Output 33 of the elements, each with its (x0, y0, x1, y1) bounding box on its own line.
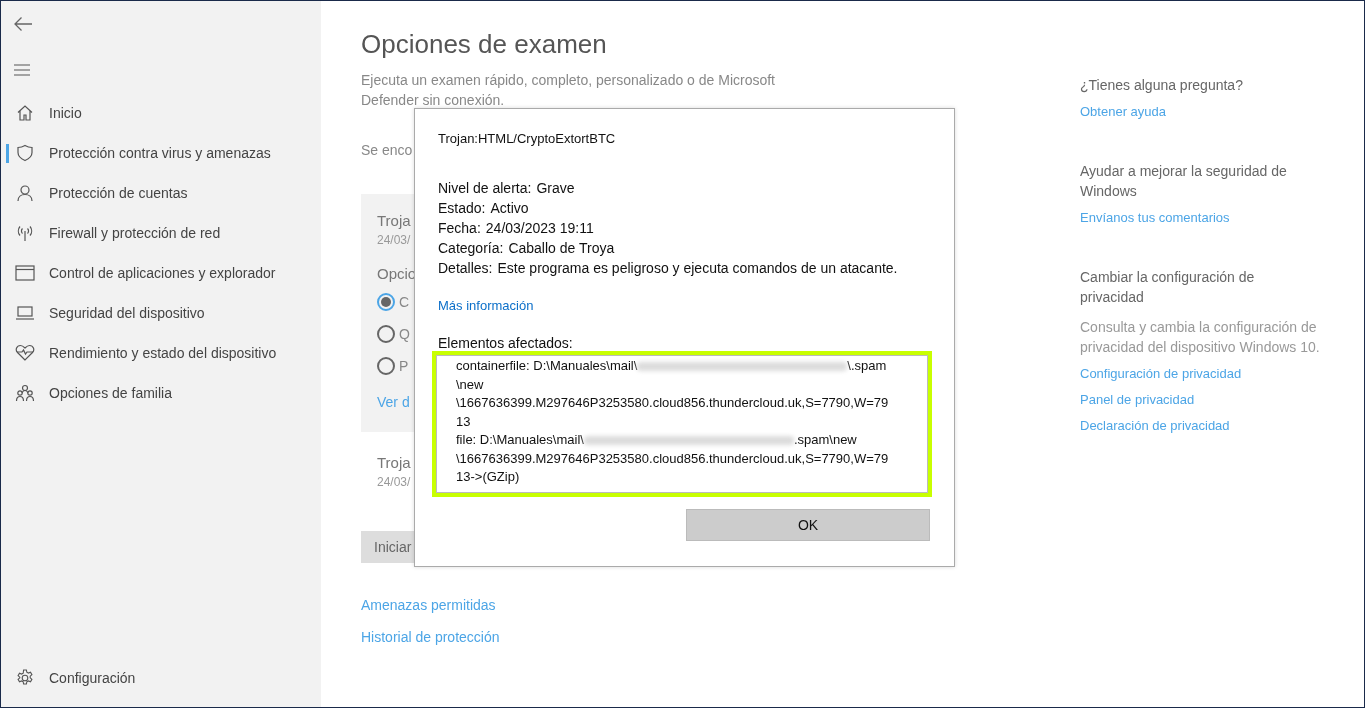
section-heading: ¿Tienes alguna pregunta? (1080, 76, 1244, 95)
section-heading: Cambiar la configuración de privacidad (1080, 268, 1256, 307)
section-text: Consulta y cambia la configuración de privacidad del dispositivo Windows 10. (1080, 318, 1320, 357)
threat-name: Troja (377, 212, 411, 229)
threat-date: 24/03/ (377, 475, 411, 489)
path-text: \1667636399.M297646P3253580.cloud856.thundercloud.uk,S=7790,W=79 (456, 394, 889, 412)
path-text: file: D:\Manuales\mail\ (456, 431, 584, 449)
field-label: Estado: (438, 200, 486, 216)
affected-label: Elementos afectados: (438, 335, 574, 351)
field-value: 24/03/2023 19:11 (485, 220, 594, 236)
field-value: Grave (536, 180, 575, 196)
threat-name: Troja (377, 454, 411, 471)
path-text: containerfile: D:\Manuales\mail\ (456, 357, 638, 375)
field-label: Categoría: (438, 240, 504, 256)
field-label: Fecha: (438, 220, 481, 236)
status-text: Se enco (361, 142, 413, 158)
path-text: \new (456, 375, 484, 394)
dialog-title: Trojan:HTML/CryptoExtortBTC (438, 131, 617, 146)
path-text: \1667636399.M297646P3253580.cloud856.thundercloud.uk,S=7790,W=79 (456, 449, 889, 468)
page-title: Opciones de examen (361, 29, 607, 60)
path-text: 13->(GZip) (456, 468, 520, 486)
field-label: Nivel de alerta: (438, 180, 532, 196)
field-value: Activo (490, 200, 529, 216)
field-label: Detalles: (438, 260, 493, 276)
field-value: Este programa es peligroso y ejecuta comandos de un atacante. (497, 260, 898, 276)
threat-date: 24/03/ (377, 233, 411, 247)
path-text: 13 (456, 412, 471, 431)
page-description: Ejecuta un examen rápido, completo, personalizado o de Microsoft Defender sin conexión. (361, 71, 776, 110)
path-text: \.spam (847, 357, 887, 375)
path-text: .spam\new (793, 431, 857, 449)
section-heading: Ayudar a mejorar la seguridad de Windows (1080, 162, 1288, 201)
options-label: Opcio (377, 265, 417, 282)
field-value: Caballo de Troya (508, 240, 615, 256)
